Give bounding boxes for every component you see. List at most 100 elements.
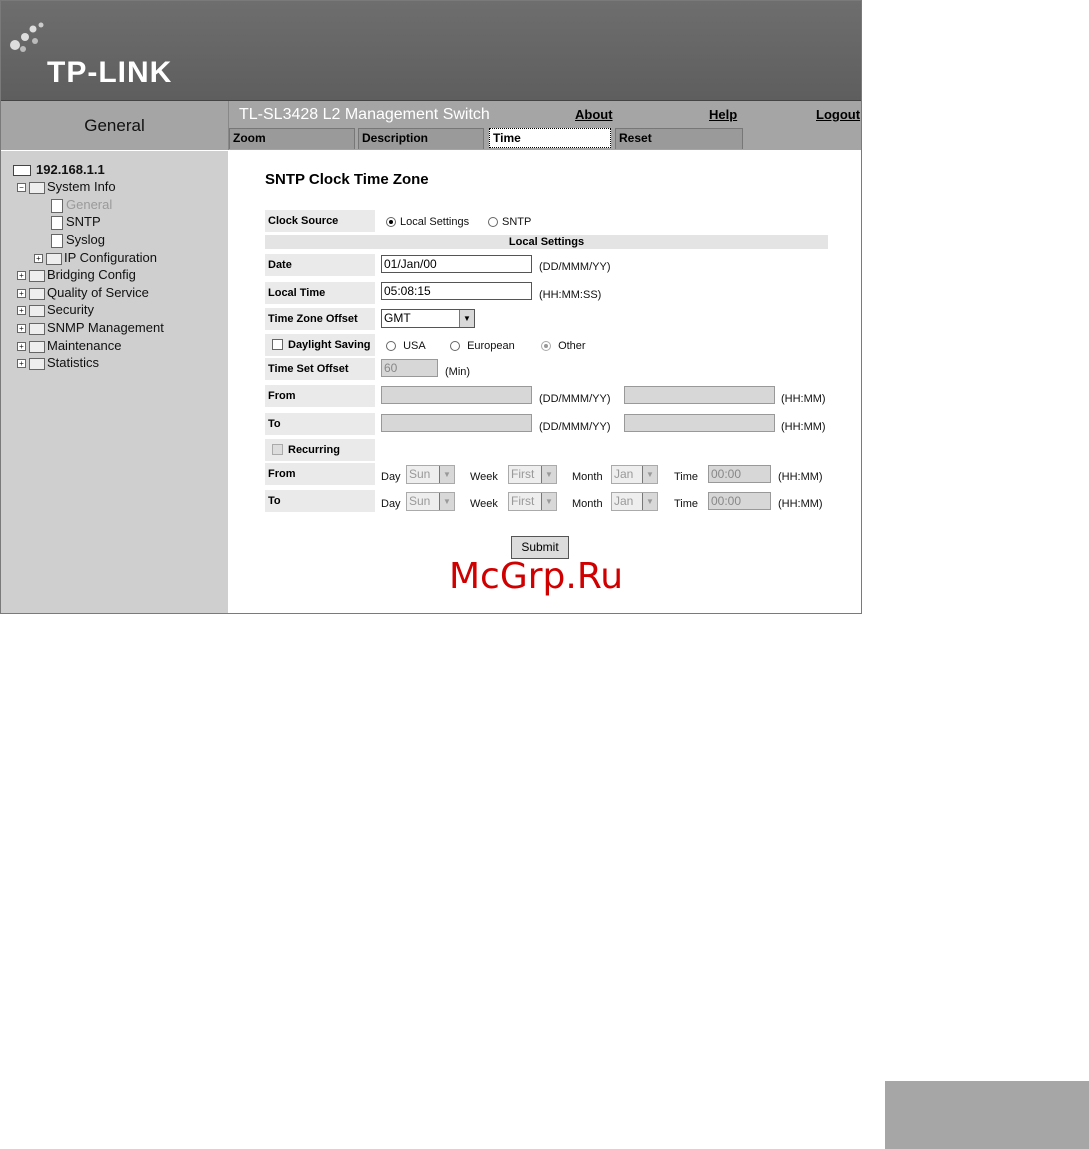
daylight-saving-checkbox[interactable] — [272, 339, 283, 350]
chevron-down-icon[interactable]: ▼ — [459, 310, 474, 327]
option-label: USA — [403, 340, 426, 352]
about-link[interactable]: About — [575, 107, 613, 122]
folder-icon — [29, 269, 45, 282]
expand-icon[interactable]: + — [17, 342, 26, 352]
folder-icon — [29, 181, 45, 194]
recurring-checkbox[interactable] — [272, 444, 283, 455]
sidebar-item-general[interactable]: General — [51, 197, 112, 213]
daylight-other-option[interactable]: Other — [541, 340, 586, 352]
header-bar: TL-SL3428 L2 Management Switch About Hel… — [229, 101, 861, 150]
sidebar-item-label: General — [66, 197, 113, 212]
from-date-input[interactable] — [381, 386, 532, 404]
sidebar-item-label: Maintenance — [47, 338, 122, 353]
sidebar-item-quality-of-service[interactable]: + Quality of Service — [17, 285, 149, 300]
date-label: Date — [265, 254, 375, 276]
option-label: Local Settings — [400, 216, 470, 228]
select-value: Sun — [409, 494, 431, 508]
sidebar: 192.168.1.1 − System Info General SNTP Sy… — [1, 151, 228, 613]
chevron-down-icon[interactable]: ▼ — [642, 466, 657, 483]
expand-icon[interactable]: + — [17, 359, 26, 369]
watermark: McGrp.Ru — [449, 556, 624, 597]
expand-icon[interactable]: + — [34, 254, 43, 264]
to-date-hint: (DD/MMM/YY) — [539, 421, 611, 433]
local-time-label: Local Time — [265, 282, 375, 304]
tab-time[interactable]: Time — [489, 128, 611, 148]
sidebar-item-sntp[interactable]: SNTP — [51, 214, 101, 230]
expand-icon[interactable]: + — [17, 324, 26, 334]
from-time-hint: (HH:MM) — [781, 393, 826, 405]
sidebar-item-ip-configuration[interactable]: + IP Configuration — [34, 250, 157, 265]
to-time-hint: (HH:MM) — [781, 421, 826, 433]
clock-source-local-option[interactable]: Local Settings — [386, 216, 469, 228]
to-date-input[interactable] — [381, 414, 532, 432]
rec-to-time-input[interactable]: 00:00 — [708, 492, 771, 510]
rec-from-time-hint: (HH:MM) — [778, 471, 823, 483]
page-icon — [51, 215, 63, 230]
sidebar-item-security[interactable]: + Security — [17, 302, 94, 317]
to-time-input[interactable] — [624, 414, 775, 432]
folder-icon — [29, 287, 45, 300]
rec-to-day-select[interactable]: Sun ▼ — [406, 492, 455, 511]
local-time-input[interactable]: 05:08:15 — [381, 282, 532, 300]
sidebar-item-maintenance[interactable]: + Maintenance — [17, 338, 121, 353]
folder-icon — [29, 357, 45, 370]
chevron-down-icon[interactable]: ▼ — [642, 493, 657, 510]
select-value: First — [511, 494, 535, 508]
rec-to-day-label: Day — [381, 498, 401, 510]
radio-icon[interactable] — [386, 217, 396, 228]
chevron-down-icon[interactable]: ▼ — [439, 466, 454, 483]
folder-icon — [46, 252, 62, 265]
sidebar-item-bridging-config[interactable]: + Bridging Config — [17, 267, 136, 282]
time-set-offset-input[interactable]: 60 — [381, 359, 438, 377]
daylight-usa-option[interactable]: USA — [386, 340, 426, 352]
rec-to-month-label: Month — [572, 498, 603, 510]
radio-icon[interactable] — [386, 341, 396, 352]
sidebar-item-snmp-management[interactable]: + SNMP Management — [17, 320, 164, 335]
radio-icon[interactable] — [450, 341, 460, 352]
sidebar-item-label: Quality of Service — [47, 285, 149, 300]
sidebar-item-statistics[interactable]: + Statistics — [17, 355, 99, 370]
help-link[interactable]: Help — [709, 107, 737, 122]
radio-icon[interactable] — [541, 341, 551, 352]
tz-offset-select[interactable]: GMT ▼ — [381, 309, 475, 328]
clock-source-sntp-option[interactable]: SNTP — [488, 216, 531, 228]
tab-description[interactable]: Description — [358, 128, 484, 149]
expand-icon[interactable]: + — [17, 289, 26, 299]
sidebar-item-label: System Info — [47, 179, 116, 194]
rec-from-day-label: Day — [381, 471, 401, 483]
radio-icon[interactable] — [488, 217, 498, 228]
local-time-hint: (HH:MM:SS) — [539, 289, 602, 301]
recurring-from-label: From — [265, 463, 375, 485]
rec-from-month-select[interactable]: Jan ▼ — [611, 465, 658, 484]
daylight-european-option[interactable]: European — [450, 340, 515, 352]
sidebar-item-syslog[interactable]: Syslog — [51, 232, 105, 248]
chevron-down-icon[interactable]: ▼ — [541, 466, 556, 483]
from-time-input[interactable] — [624, 386, 775, 404]
time-set-offset-label: Time Set Offset — [265, 358, 375, 380]
sidebar-item-label: SNTP — [66, 214, 101, 229]
expand-icon[interactable]: + — [17, 306, 26, 316]
rec-to-month-select[interactable]: Jan ▼ — [611, 492, 658, 511]
tab-zoom[interactable]: Zoom — [229, 128, 355, 149]
sidebar-root[interactable]: 192.168.1.1 — [13, 162, 105, 177]
rec-from-day-select[interactable]: Sun ▼ — [406, 465, 455, 484]
rec-from-time-input[interactable]: 00:00 — [708, 465, 771, 483]
sidebar-item-system-info[interactable]: − System Info — [17, 179, 116, 194]
option-label: European — [467, 340, 515, 352]
sidebar-item-label: Security — [47, 302, 94, 317]
collapse-icon[interactable]: − — [17, 183, 26, 193]
tz-offset-label: Time Zone Offset — [265, 308, 375, 330]
switch-icon — [13, 165, 31, 177]
chevron-down-icon[interactable]: ▼ — [541, 493, 556, 510]
product-name: TL-SL3428 L2 Management Switch — [239, 106, 490, 123]
expand-icon[interactable]: + — [17, 271, 26, 281]
tab-reset[interactable]: Reset — [615, 128, 743, 149]
rec-from-week-select[interactable]: First ▼ — [508, 465, 557, 484]
rec-from-week-label: Week — [470, 471, 498, 483]
page-icon — [51, 198, 63, 213]
rec-to-week-select[interactable]: First ▼ — [508, 492, 557, 511]
option-label: Other — [558, 340, 586, 352]
date-input[interactable]: 01/Jan/00 — [381, 255, 532, 273]
logout-link[interactable]: Logout — [816, 107, 860, 122]
chevron-down-icon[interactable]: ▼ — [439, 493, 454, 510]
